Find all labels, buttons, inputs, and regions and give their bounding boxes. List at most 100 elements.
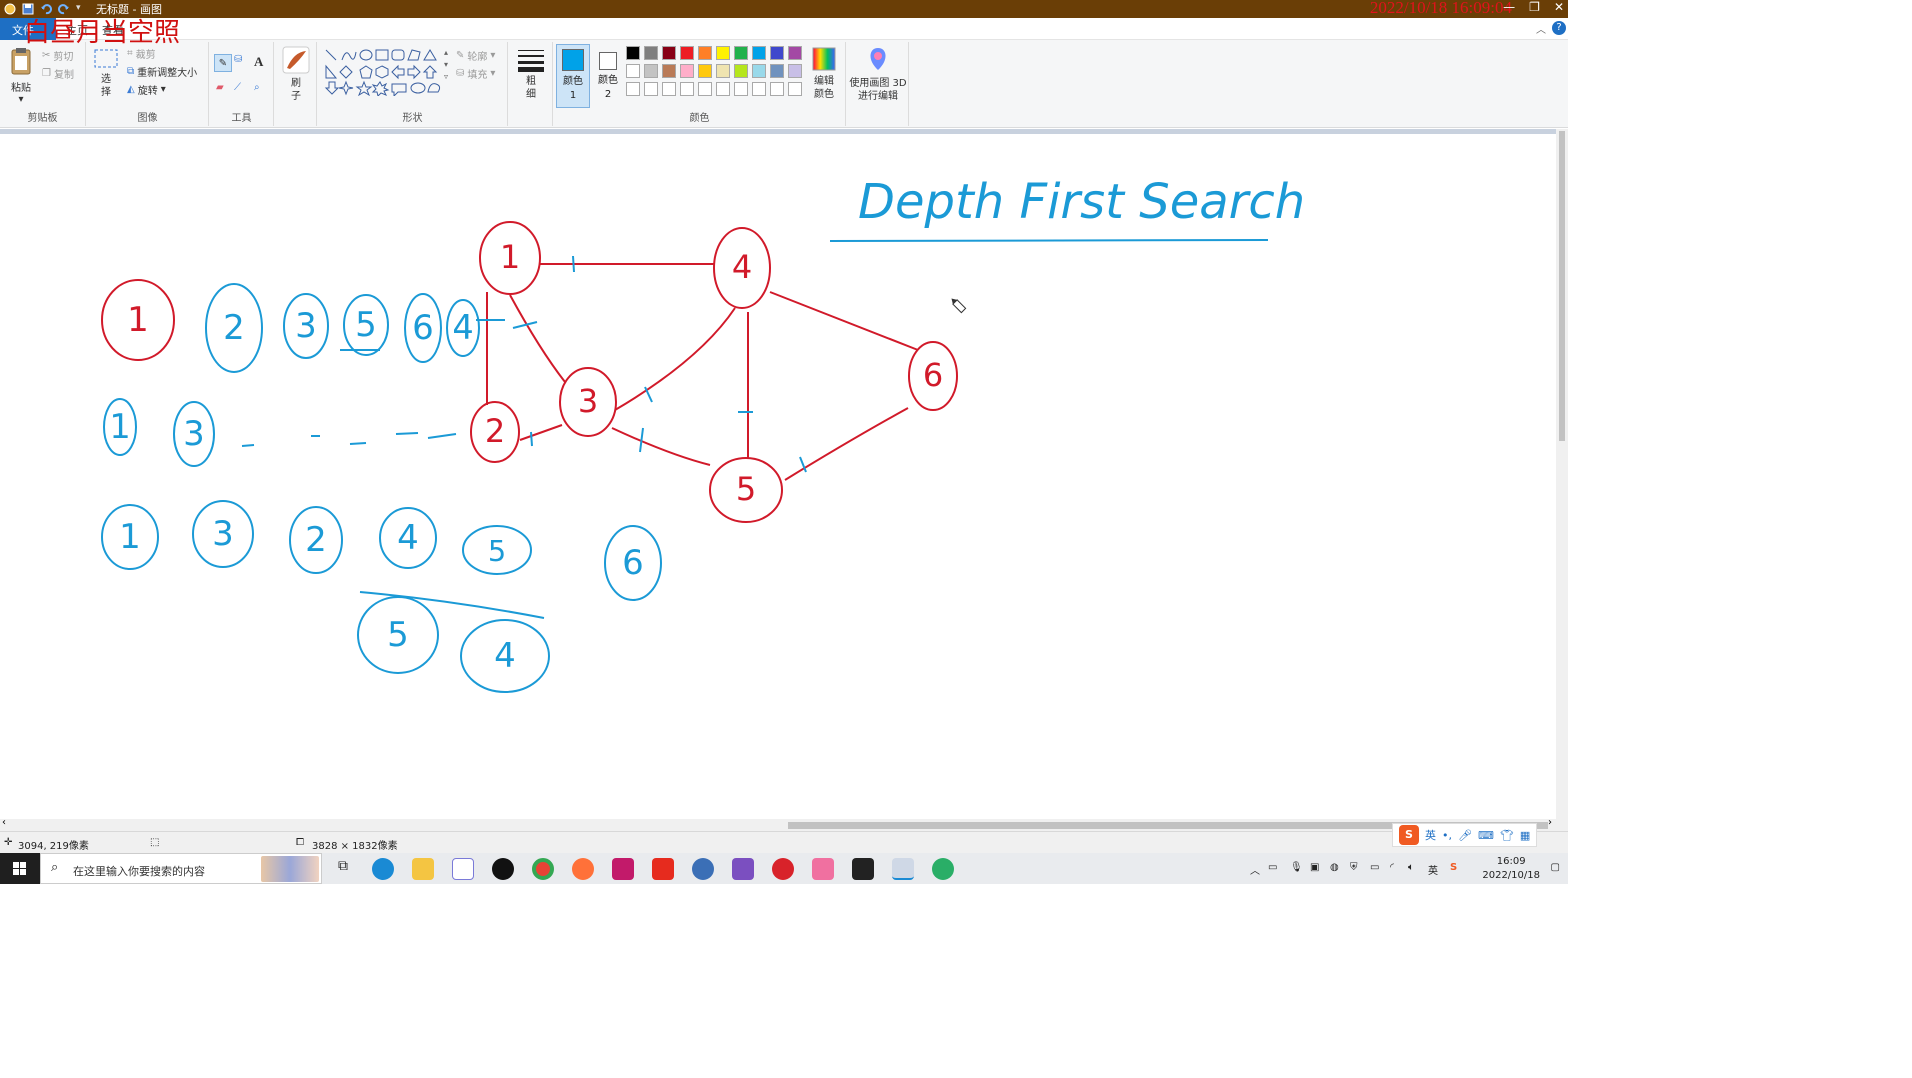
vertical-scrollbar[interactable] [1556,129,1568,819]
magnifier-tool[interactable]: ⌕ [254,82,260,93]
taskbar-search[interactable]: ⌕ 在这里输入你要搜索的内容 [40,853,322,884]
paint-app-icon[interactable] [4,3,16,15]
select-button[interactable]: 选择 [91,48,121,99]
ime-mode[interactable]: 英 [1425,827,1436,843]
paste-button[interactable]: 粘贴 ▾ [6,46,36,105]
tray-wechat-icon[interactable]: ◍ [1330,862,1339,873]
collapse-ribbon-icon[interactable]: ︿ [1536,21,1546,36]
palette-swatch[interactable] [626,82,640,96]
palette-swatch[interactable] [752,82,766,96]
restore-icon[interactable]: ❐ [1529,0,1540,14]
copy-button[interactable]: ❐ 复制 [42,66,74,81]
palette-swatch[interactable] [716,82,730,96]
resize-button[interactable]: ⧉ 重新调整大小 [127,64,197,79]
edit-colors-button[interactable]: 编辑颜色 [806,46,842,101]
palette-swatch[interactable] [662,46,676,60]
palette-swatch[interactable] [644,82,658,96]
palette-swatch[interactable] [680,46,694,60]
palette-swatch[interactable] [662,82,676,96]
toolbox-icon[interactable]: ▦ [1520,829,1530,842]
palette-swatch[interactable] [626,46,640,60]
paint-taskbar-icon[interactable] [892,858,914,880]
skin-icon[interactable]: 👕︎ [1500,829,1514,842]
wifi-icon[interactable]: ◜ [1390,862,1394,873]
fill-tool[interactable]: ⛁ [234,54,242,65]
tray-security-icon[interactable]: ⛨ [1350,862,1358,873]
tray-mic-icon[interactable]: 🎙︎ [1290,862,1303,873]
palette-swatch[interactable] [680,82,694,96]
palette-swatch[interactable] [788,82,802,96]
palette-swatch[interactable] [680,64,694,78]
palette-swatch[interactable] [716,64,730,78]
palette-swatch[interactable] [662,64,676,78]
palette-swatch[interactable] [734,46,748,60]
pencil-tool[interactable]: ✎ [214,54,232,72]
palette-swatch[interactable] [770,82,784,96]
shapes-gallery[interactable] [324,48,448,96]
tray-bilibili-icon[interactable]: ▣ [1310,862,1319,873]
punctuation-icon[interactable]: •, [1442,829,1452,842]
task-view-icon[interactable]: ⧉ [332,858,354,880]
brushes-button[interactable]: 刷子 [281,46,311,103]
start-button[interactable] [0,853,40,884]
wechat-icon[interactable] [932,858,954,880]
file-explorer-icon[interactable] [412,858,434,880]
palette-swatch[interactable] [644,64,658,78]
outline-button[interactable]: ✎ 轮廓 ▾ [456,48,495,63]
keyboard-icon[interactable]: ⌨ [1478,829,1494,842]
drawing-canvas[interactable]: Depth First Search 1 4 3 2 5 6 1 2 3 5 6… [0,134,1556,819]
color2-button[interactable]: 颜色 2 [592,44,626,108]
sogou-logo-icon[interactable]: S [1399,825,1419,845]
edit-with-paint3d-button[interactable]: 使用画图 3D 进行编辑 [849,46,907,103]
color-picker-tool[interactable]: ⟋ [234,82,241,93]
scroll-left-icon[interactable]: ‹ [2,817,6,828]
cut-button[interactable]: ✂ 剪切 [42,48,73,63]
video-editor-icon[interactable] [852,858,874,880]
visual-studio-icon[interactable] [732,858,754,880]
help-icon[interactable]: ? [1552,21,1566,35]
size-button[interactable]: 粗细 [515,48,547,101]
eraser-tool[interactable]: ▰ [216,82,224,93]
tray-app-icon[interactable]: ▭ [1268,862,1277,873]
scroll-right-icon[interactable]: › [1548,817,1552,828]
palette-swatch[interactable] [734,82,748,96]
palette-swatch[interactable] [698,64,712,78]
color1-button[interactable]: 颜色 1 [556,44,590,108]
wps-icon[interactable] [652,858,674,880]
palette-swatch[interactable] [770,46,784,60]
palette-swatch[interactable] [752,46,766,60]
baidu-netdisk-icon[interactable] [452,858,474,880]
palette-swatch[interactable] [626,64,640,78]
horizontal-scrollbar[interactable]: ‹ › [0,817,1568,831]
palette-swatch[interactable] [644,46,658,60]
palette-swatch[interactable] [788,46,802,60]
palette-swatch[interactable] [698,46,712,60]
palette-swatch[interactable] [698,82,712,96]
palette-swatch[interactable] [752,64,766,78]
minimize-icon[interactable]: — [1503,0,1515,14]
fill-button[interactable]: ⛁ 填充 ▾ [456,66,495,81]
netease-music-icon[interactable] [772,858,794,880]
clock[interactable]: 16:09 2022/10/18 [1482,855,1540,883]
bilibili-icon[interactable] [812,858,834,880]
qq-icon[interactable] [492,858,514,880]
palette-swatch[interactable] [734,64,748,78]
input-language[interactable]: 英 [1428,862,1438,877]
rotate-button[interactable]: ◭ 旋转 ▾ [127,82,166,97]
text-tool[interactable]: A [254,54,263,70]
close-icon[interactable]: ✕ [1554,0,1564,14]
chrome-icon[interactable] [532,858,554,880]
palette-swatch[interactable] [788,64,802,78]
tray-sogou-icon[interactable]: S [1450,862,1457,873]
notification-icon[interactable]: ▢ [1551,862,1560,873]
paste-dropdown-icon[interactable]: ▾ [6,94,36,105]
volume-icon[interactable]: 🔈︎ [1408,862,1414,873]
show-hidden-icons-icon[interactable]: ︿ [1250,862,1260,877]
tray-battery-icon[interactable]: ▭ [1370,862,1379,873]
network-app-icon[interactable] [692,858,714,880]
firefox-icon[interactable] [572,858,594,880]
palette-swatch[interactable] [716,46,730,60]
palette-swatch[interactable] [770,64,784,78]
microphone-icon[interactable]: 🎤︎ [1458,829,1472,842]
edge-browser-icon[interactable] [372,858,394,880]
